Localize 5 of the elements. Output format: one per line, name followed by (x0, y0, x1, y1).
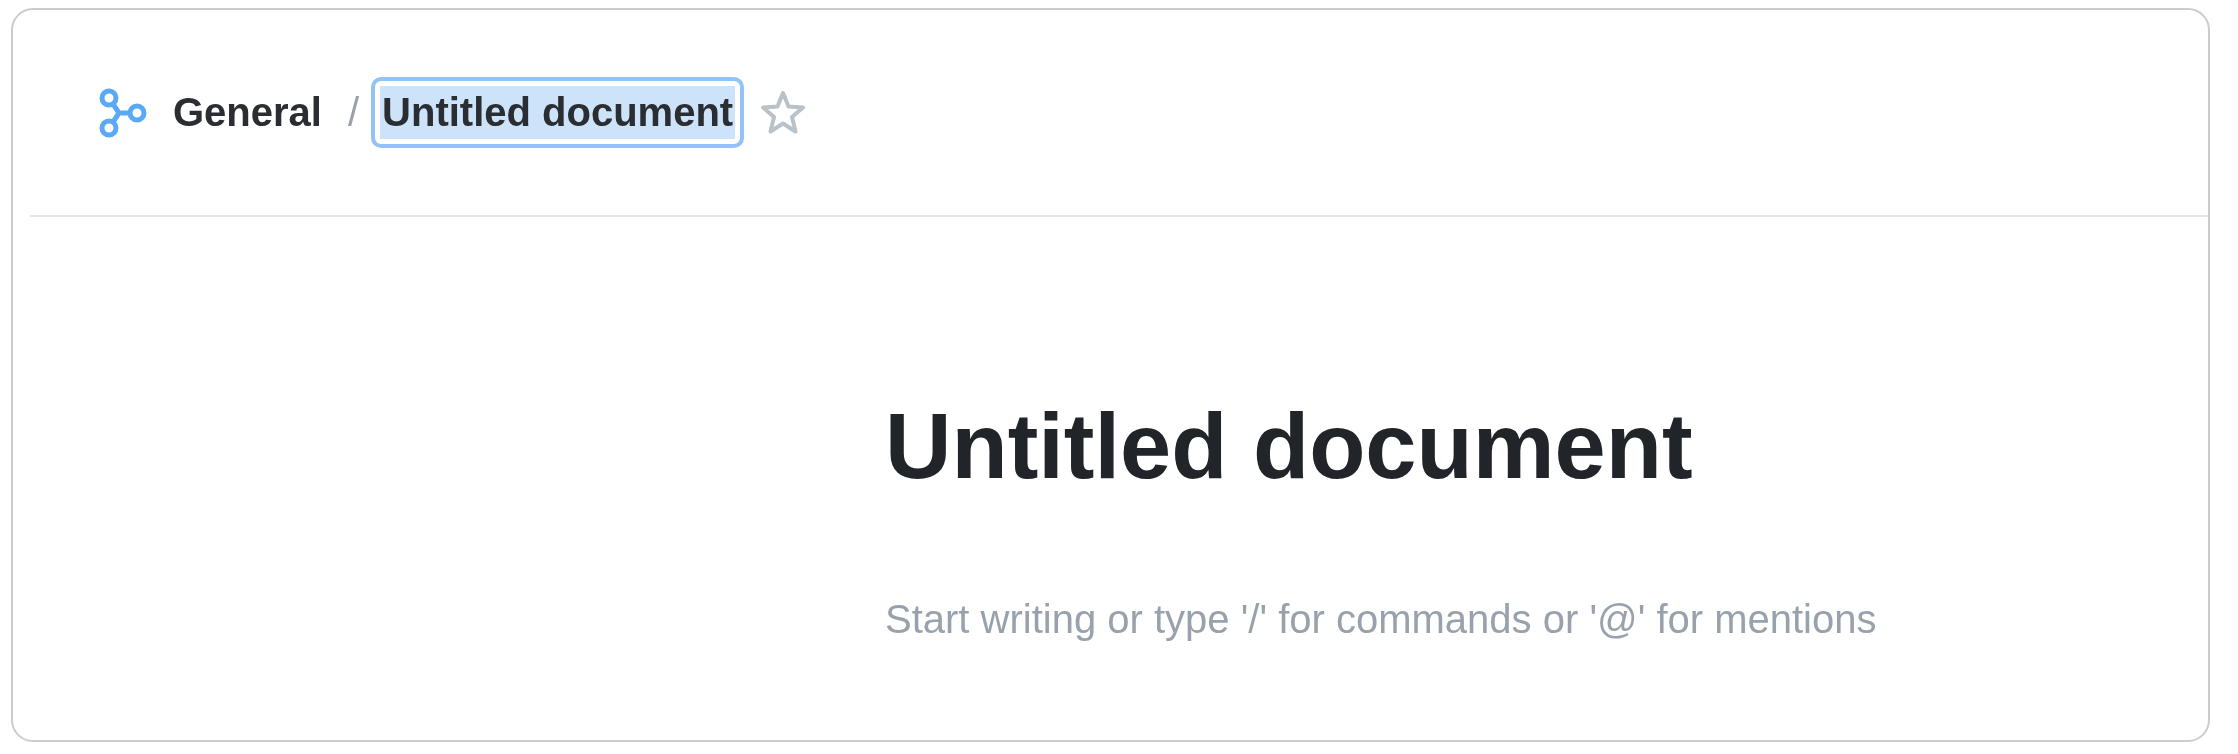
breadcrumb-separator: / (347, 90, 360, 135)
document-heading[interactable]: Untitled document (885, 391, 2168, 502)
nodes-icon (97, 86, 149, 139)
title-field[interactable]: Untitled document (371, 77, 745, 148)
breadcrumb-link[interactable]: General (173, 90, 322, 135)
